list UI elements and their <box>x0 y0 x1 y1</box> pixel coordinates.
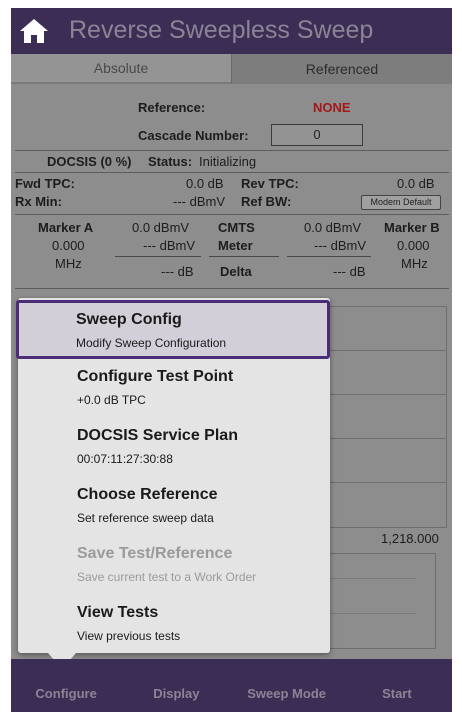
divider <box>15 172 449 173</box>
rev-tpc-label: Rev TPC: <box>241 176 299 191</box>
start-button[interactable]: Start <box>342 659 452 712</box>
marker-a-dbmv: 0.0 dBmV <box>132 220 190 235</box>
menu-item-title: Configure Test Point <box>77 368 234 385</box>
gridline <box>311 350 447 351</box>
menu-item-configure-test-point[interactable]: Configure Test Point +0.0 dB TPC <box>18 358 330 417</box>
cmts-label: CMTS <box>218 220 255 235</box>
marker-b-label: Marker B <box>384 220 440 235</box>
marker-b-dbmv: 0.0 dBmV <box>304 220 362 235</box>
display-button[interactable]: Display <box>121 659 231 712</box>
marker-a-freq: 0.000 <box>52 238 85 253</box>
modem-default-button[interactable]: Modem Default <box>361 195 441 210</box>
delta-label: Delta <box>220 264 252 279</box>
tab-bar: Absolute Referenced <box>11 54 452 84</box>
bottom-toolbar: Configure Display Sweep Mode Start <box>11 659 452 712</box>
status-label: Status: <box>148 154 193 169</box>
gridline <box>311 482 447 483</box>
rx-min-value: --- dBmV <box>173 194 225 209</box>
cascade-label: Cascade Number: <box>138 128 249 143</box>
title-bar: Reverse Sweepless Sweep <box>11 8 452 54</box>
home-button[interactable] <box>11 8 57 54</box>
marker-a-delta: --- dB <box>161 264 194 279</box>
menu-item-subtitle: Modify Sweep Configuration <box>76 336 227 350</box>
gridline <box>311 394 447 395</box>
menu-item-choose-reference[interactable]: Choose Reference Set reference sweep dat… <box>18 476 330 535</box>
menu-item-title: Sweep Config <box>76 311 182 328</box>
menu-item-title: View Tests <box>77 604 159 621</box>
fwd-tpc-label: Fwd TPC: <box>15 176 75 191</box>
configure-menu: Sweep Config Modify Sweep Configuration … <box>16 298 330 653</box>
menu-item-docsis-service-plan[interactable]: DOCSIS Service Plan 00:07:11:27:30:88 <box>18 417 330 476</box>
docsis-label: DOCSIS (0 %) <box>47 154 132 169</box>
gridline <box>311 438 447 439</box>
tab-referenced[interactable]: Referenced <box>231 54 452 84</box>
menu-item-title: Save Test/Reference <box>77 545 233 562</box>
divider <box>209 256 279 257</box>
cascade-number-field[interactable]: 0 <box>271 124 363 146</box>
app-screen: Reverse Sweepless Sweep Absolute Referen… <box>11 8 452 712</box>
divider <box>15 150 449 151</box>
ref-bw-label: Ref BW: <box>241 194 292 209</box>
marker-b-meter: --- dBmV <box>314 238 366 253</box>
status-value: Initializing <box>199 154 257 169</box>
divider <box>287 256 371 257</box>
marker-a-unit: MHz <box>55 256 82 271</box>
menu-item-view-tests[interactable]: View Tests View previous tests <box>18 594 330 653</box>
rev-tpc-value: 0.0 dB <box>397 176 435 191</box>
fwd-tpc-value: 0.0 dB <box>186 176 224 191</box>
rx-min-label: Rx Min: <box>15 194 62 209</box>
menu-item-title: Choose Reference <box>77 486 218 503</box>
divider <box>15 288 449 289</box>
graph-frame <box>311 306 447 528</box>
divider <box>115 256 201 257</box>
marker-b-delta: --- dB <box>333 264 366 279</box>
marker-b-freq: 0.000 <box>397 238 430 253</box>
sweep-mode-button[interactable]: Sweep Mode <box>232 659 342 712</box>
marker-b-unit: MHz <box>401 256 428 271</box>
menu-item-subtitle: 00:07:11:27:30:88 <box>77 452 173 466</box>
home-icon <box>20 19 48 43</box>
graph-x-max-label: 1,218.000 <box>381 531 439 546</box>
menu-item-subtitle: Set reference sweep data <box>77 511 214 525</box>
menu-item-subtitle: View previous tests <box>77 629 181 643</box>
menu-item-title: DOCSIS Service Plan <box>77 427 238 444</box>
configure-button[interactable]: Configure <box>11 659 121 712</box>
menu-item-save-test-reference[interactable]: Save Test/Reference Save current test to… <box>18 535 330 594</box>
app-title: Reverse Sweepless Sweep <box>69 16 374 44</box>
marker-a-meter: --- dBmV <box>143 238 195 253</box>
marker-a-label: Marker A <box>38 220 94 235</box>
tab-absolute[interactable]: Absolute <box>11 54 231 84</box>
menu-item-subtitle: Save current test to a Work Order <box>77 570 257 584</box>
menu-item-subtitle: +0.0 dB TPC <box>77 393 146 407</box>
menu-item-sweep-config[interactable]: Sweep Config Modify Sweep Configuration <box>16 300 330 359</box>
meter-label: Meter <box>218 238 253 253</box>
reference-value: NONE <box>313 100 351 115</box>
divider <box>15 214 449 215</box>
reference-label: Reference: <box>138 100 206 115</box>
